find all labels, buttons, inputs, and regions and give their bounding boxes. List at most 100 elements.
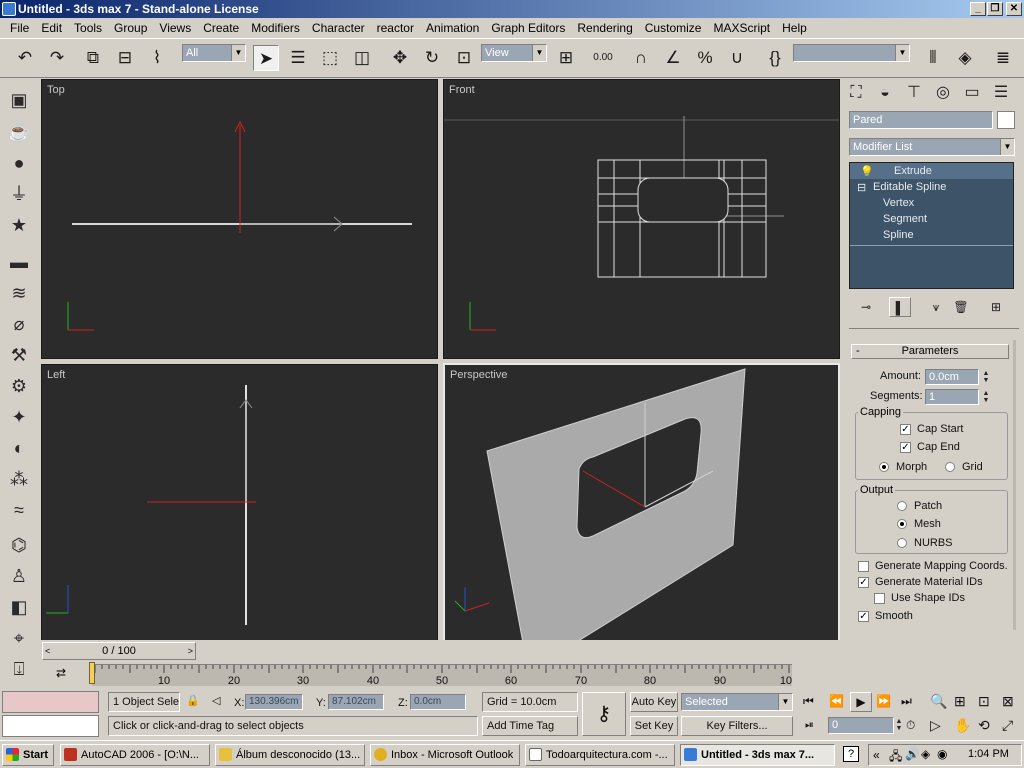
align-icon[interactable]: ◈ <box>952 45 978 71</box>
make-unique-icon[interactable]: ⩛ <box>925 297 947 317</box>
pan-icon[interactable]: ✋ <box>954 716 971 734</box>
mirror-icon[interactable]: ⫴ <box>920 45 946 71</box>
snaps-toggle-icon[interactable]: ∩ <box>628 45 654 71</box>
selection-filter-dropdown[interactable]: All ▼ <box>182 44 246 62</box>
arc-rotate-icon[interactable]: ⟲ <box>978 716 990 734</box>
gen-material-ids-checkbox[interactable]: ✓ <box>858 577 869 588</box>
close-button[interactable]: ✕ <box>1006 2 1022 16</box>
modify-tab-icon[interactable]: ◒ <box>872 82 898 104</box>
cap-end-checkbox[interactable]: ✓ <box>900 442 911 453</box>
start-button[interactable]: Start <box>2 744 54 766</box>
hammer-icon[interactable]: ⚒ <box>7 343 31 367</box>
scale-icon[interactable]: ⊡ <box>451 45 477 71</box>
y-coordinate-field[interactable]: 87.102cm <box>328 694 384 710</box>
network-icon[interactable]: 🖧 <box>889 747 902 768</box>
minimize-button[interactable]: _ <box>970 2 986 16</box>
menu-reactor[interactable]: reactor <box>371 18 420 38</box>
tray-expand-icon[interactable]: « <box>873 748 880 762</box>
go-to-end-icon[interactable]: ⏭ <box>901 692 912 710</box>
rotate-icon[interactable]: ↻ <box>419 45 445 71</box>
modifier-list-dropdown[interactable]: Modifier List ▼ <box>849 138 1015 156</box>
bulb-icon[interactable]: 💡 <box>860 165 874 178</box>
open-mini-curve-editor-icon[interactable]: ⇄ <box>50 666 72 684</box>
segments-spinner[interactable]: ▲ ▼ <box>982 390 990 404</box>
grid-radio[interactable] <box>945 462 955 472</box>
utility-icon[interactable]: ⍗ <box>7 657 31 681</box>
set-key-button[interactable]: Set Key <box>630 716 678 736</box>
current-frame-spinner[interactable]: ▲ ▼ <box>895 718 903 732</box>
pin-stack-icon[interactable]: ⊸ <box>855 297 877 317</box>
pivot-center-icon[interactable]: ⊞ <box>553 45 579 71</box>
stack-item-vertex[interactable]: Vertex <box>883 197 914 209</box>
viewport-left[interactable]: Left <box>41 364 438 642</box>
menu-rendering[interactable]: Rendering <box>571 18 638 38</box>
menu-maxscript[interactable]: MAXScript <box>707 18 776 38</box>
undo-icon[interactable]: ↶ <box>12 45 38 71</box>
select-by-name-icon[interactable]: ☰ <box>285 45 311 71</box>
biped-icon[interactable]: ♙ <box>7 564 31 588</box>
stairs-icon[interactable]: ≋ <box>7 281 31 305</box>
mesh-radio[interactable] <box>897 519 907 529</box>
menu-customize[interactable]: Customize <box>639 18 708 38</box>
menu-animation[interactable]: Animation <box>420 18 485 38</box>
segments-input[interactable]: 1 <box>925 389 979 405</box>
spinner-snap-icon[interactable]: ∪ <box>724 45 750 71</box>
stack-item-segment[interactable]: Segment <box>883 213 927 225</box>
zoom-extents-all-icon[interactable]: ⊠ <box>1002 692 1014 710</box>
menu-create[interactable]: Create <box>197 18 245 38</box>
cylinder-icon[interactable]: ⌀ <box>7 312 31 336</box>
plane-icon[interactable]: ⏚ <box>7 182 31 206</box>
menu-tools[interactable]: Tools <box>68 18 108 38</box>
reference-coordinate-dropdown[interactable]: View ▼ <box>481 44 547 62</box>
key-mode-dropdown[interactable]: Selected ▼ <box>681 693 793 711</box>
viewport-perspective[interactable]: Perspective <box>443 363 840 643</box>
box-primitive-icon[interactable]: ▣ <box>7 88 31 112</box>
z-coordinate-field[interactable]: 0.0cm <box>410 694 466 710</box>
field-of-view-icon[interactable]: ▷ <box>930 716 941 734</box>
viewport-top[interactable]: Top <box>41 79 438 359</box>
menu-edit[interactable]: Edit <box>35 18 68 38</box>
torus-knot-icon[interactable]: ⌬ <box>7 533 31 557</box>
next-frame-icon[interactable]: ⏩ <box>876 692 891 710</box>
taskbar-3dsmax[interactable]: Untitled - 3ds max 7... <box>680 744 835 766</box>
object-color-swatch[interactable] <box>997 111 1015 129</box>
zoom-all-icon[interactable]: ⊞ <box>954 692 966 710</box>
hierarchy-tab-icon[interactable]: ⊤ <box>901 82 927 104</box>
camera-icon[interactable]: ◐ <box>7 436 31 460</box>
time-marker[interactable] <box>89 662 95 684</box>
help-icon[interactable]: ? <box>843 746 859 762</box>
object-name-field[interactable]: Pared <box>849 111 993 129</box>
gear-icon[interactable]: ⚙ <box>7 374 31 398</box>
menu-group[interactable]: Group <box>108 18 153 38</box>
show-end-result-icon[interactable]: ▌ <box>889 297 911 317</box>
material-icon[interactable]: ◧ <box>7 595 31 619</box>
utilities-tab-icon[interactable]: ☰ <box>988 82 1014 104</box>
nurbs-radio[interactable] <box>897 538 907 548</box>
maximize-viewport-icon[interactable]: ⤢ <box>1002 716 1013 734</box>
zoom-icon[interactable]: 🔍 <box>930 692 947 710</box>
angle-snap-icon[interactable]: ∠ <box>660 45 686 71</box>
maxscript-listener-top[interactable] <box>2 691 99 713</box>
key-icon[interactable]: ⚷ <box>582 692 626 736</box>
time-slider[interactable]: < 0 / 100 > <box>42 642 196 660</box>
parameters-rollout-header[interactable]: - Parameters <box>851 344 1009 359</box>
viewport-front[interactable]: Front <box>443 79 840 359</box>
motion-tab-icon[interactable]: ◎ <box>930 82 956 104</box>
key-filters-button[interactable]: Key Filters... <box>681 716 793 736</box>
slider-prev-icon[interactable]: < <box>45 643 50 659</box>
stack-item-spline[interactable]: Spline <box>883 229 914 241</box>
add-time-tag-button[interactable]: Add Time Tag <box>482 716 578 736</box>
select-and-link-icon[interactable]: ⧉ <box>80 45 106 71</box>
volume-icon[interactable]: 🔊 <box>905 747 920 761</box>
select-arrow-icon[interactable]: ➤ <box>253 45 279 71</box>
teapot-icon[interactable]: ☕ <box>7 120 31 144</box>
unlink-icon[interactable]: ⊟ <box>112 45 138 71</box>
collapse-icon[interactable]: ⊟ <box>857 181 866 194</box>
smooth-checkbox[interactable]: ✓ <box>858 611 869 622</box>
panel-scrollbar[interactable] <box>1013 340 1016 630</box>
sphere-icon[interactable]: ● <box>7 151 31 175</box>
layer-manager-icon[interactable]: ≣ <box>990 45 1016 71</box>
particles-icon[interactable]: ⁂ <box>7 467 31 491</box>
menu-file[interactable]: File <box>4 18 35 38</box>
track-bar[interactable]: 10 20 30 40 50 60 70 80 90 100 <box>92 664 798 687</box>
